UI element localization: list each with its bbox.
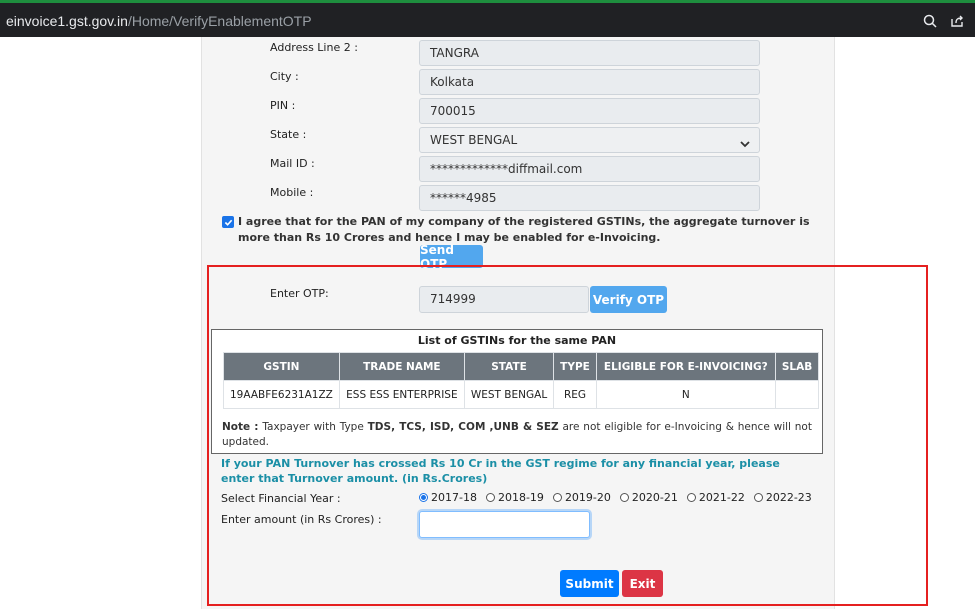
table-header-row: GSTIN TRADE NAME STATE TYPE ELIGIBLE FOR… [223, 352, 820, 381]
radio-label: 2017-18 [431, 491, 477, 504]
radio-dot[interactable] [485, 493, 495, 502]
amount-input[interactable] [419, 511, 590, 538]
city-label: City : [270, 70, 299, 83]
note-text: Note : Taxpayer with Type TDS, TCS, ISD,… [222, 420, 812, 450]
state-select[interactable]: WEST BENGAL [419, 127, 760, 153]
zoom-icon[interactable] [921, 12, 939, 30]
share-icon[interactable] [948, 12, 966, 30]
financial-year-radio-group: 2017-18 2018-19 2019-20 2020-21 2021-22 … [419, 491, 812, 504]
note-part-1: Taxpayer with Type [258, 421, 368, 433]
radio-dot[interactable] [619, 493, 629, 502]
agree-checkbox[interactable] [222, 216, 234, 228]
radio-fy-2017-18[interactable]: 2017-18 [419, 491, 477, 504]
radio-label: 2019-20 [564, 491, 611, 504]
radio-label: 2018-19 [497, 491, 544, 504]
agreement-row: I agree that for the PAN of my company o… [222, 214, 822, 246]
state-selected-value: WEST BENGAL [430, 133, 518, 147]
radio-label: 2021-22 [698, 491, 745, 504]
radio-fy-2021-22[interactable]: 2021-22 [686, 491, 745, 504]
col-header-eligible: ELIGIBLE FOR E-INVOICING? [595, 352, 776, 381]
url-path: /Home/VerifyEnablementOTP [127, 13, 312, 29]
url-host: einvoice1.gst.gov.in [6, 13, 128, 29]
checkmark-icon [224, 219, 232, 226]
note-types: TDS, TCS, ISD, COM ,UNB & SEZ [367, 421, 559, 433]
radio-dot[interactable] [686, 493, 696, 502]
cell-eligible: N [595, 380, 776, 409]
chevron-down-icon [739, 134, 751, 158]
radio-dot[interactable] [552, 493, 562, 502]
radio-fy-2020-21[interactable]: 2020-21 [619, 491, 678, 504]
cell-trade-name: ESS ESS ENTERPRISE [338, 380, 465, 409]
radio-fy-2019-20[interactable]: 2019-20 [552, 491, 611, 504]
radio-fy-2018-19[interactable]: 2018-19 [485, 491, 544, 504]
agreement-text: I agree that for the PAN of my company o… [238, 215, 810, 244]
table-row: 19AABFE6231A1ZZ ESS ESS ENTERPRISE WEST … [223, 380, 820, 409]
cell-gstin: 19AABFE6231A1ZZ [223, 380, 340, 409]
cell-state: WEST BENGAL [463, 380, 555, 409]
gstin-list-title: List of GSTINs for the same PAN [417, 334, 617, 347]
radio-dot[interactable] [419, 493, 428, 502]
pin-label: PIN : [270, 99, 296, 112]
verify-otp-button[interactable]: Verify OTP [590, 286, 667, 313]
enter-otp-label: Enter OTP: [270, 287, 329, 300]
radio-label: 2022-23 [765, 491, 812, 504]
exit-button[interactable]: Exit [622, 570, 663, 597]
url-text: einvoice1.gst.gov.in/Home/VerifyEnableme… [6, 13, 312, 29]
otp-input[interactable]: 714999 [419, 286, 589, 313]
col-header-slab: SLAB [774, 352, 820, 381]
amount-label: Enter amount (in Rs Crores) : [221, 513, 382, 526]
state-label: State : [270, 128, 307, 141]
address-line2-label: Address Line 2 : [270, 41, 358, 54]
financial-year-label: Select Financial Year : [221, 492, 341, 505]
mail-label: Mail ID : [270, 157, 315, 170]
submit-button[interactable]: Submit [560, 570, 619, 597]
col-header-gstin: GSTIN [223, 352, 340, 381]
col-header-trade-name: TRADE NAME [338, 352, 465, 381]
radio-fy-2022-23[interactable]: 2022-23 [753, 491, 812, 504]
cell-slab [774, 380, 820, 409]
gstin-table: GSTIN TRADE NAME STATE TYPE ELIGIBLE FOR… [223, 352, 820, 409]
radio-dot[interactable] [753, 493, 763, 502]
pin-field: 700015 [419, 98, 760, 124]
col-header-type: TYPE [553, 352, 597, 381]
turnover-question: If your PAN Turnover has crossed Rs 10 C… [221, 457, 780, 485]
mobile-field: ******4985 [419, 185, 760, 211]
mail-field: *************diffmail.com [419, 156, 760, 182]
radio-label: 2020-21 [631, 491, 678, 504]
gstin-list-box: List of GSTINs for the same PAN GSTIN TR… [211, 329, 823, 454]
browser-toolbar: einvoice1.gst.gov.in/Home/VerifyEnableme… [0, 0, 975, 37]
col-header-state: STATE [463, 352, 555, 381]
cell-type: REG [553, 380, 597, 409]
city-field: Kolkata [419, 69, 760, 95]
address-bar[interactable]: einvoice1.gst.gov.in/Home/VerifyEnableme… [6, 13, 312, 29]
address-line2-field: TANGRA [419, 40, 760, 66]
note-label: Note : [222, 421, 259, 433]
mobile-label: Mobile : [270, 186, 314, 199]
